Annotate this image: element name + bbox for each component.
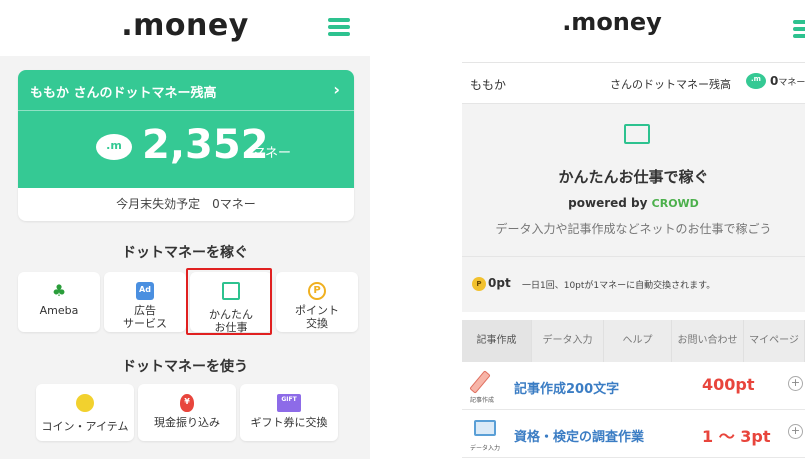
hero-subtitle: データ入力や記事作成などネットのお仕事で稼ごう <box>495 222 772 236</box>
tile-label: ポイント 交換 <box>295 304 339 330</box>
dotmoney-coin-icon <box>96 134 132 160</box>
logo[interactable]: .money <box>0 8 370 43</box>
crowd-logo: CROWD <box>651 197 699 210</box>
coin-stack-icon <box>76 394 94 412</box>
point-icon: P <box>308 282 326 300</box>
balance-amount: 2,352 <box>142 122 269 168</box>
tile-label: コイン・アイテム <box>41 420 129 433</box>
earn-section-title: ドットマネーを稼ぐ <box>122 245 248 261</box>
balance-label: さんのドットマネー残高 <box>610 78 731 91</box>
chevron-right-icon[interactable]: › <box>333 80 340 99</box>
points-row: P 0pt 一日1回、10ptが1マネーに自動交換されます。 <box>462 256 805 312</box>
points-note: 一日1回、10ptが1マネーに自動交換されます。 <box>522 281 716 291</box>
tab-mypage[interactable]: マイページ <box>744 320 805 362</box>
main-content: ももか さんのドットマネー残高 › 2,352 マネー 今月末失効予定 0マネー… <box>0 56 370 459</box>
highlight-box <box>186 268 272 335</box>
hero-title: かんたんお仕事で稼ぐ <box>558 168 709 186</box>
balance-card[interactable]: ももか さんのドットマネー残高 › 2,352 マネー 今月末失効予定 0マネー <box>18 70 354 221</box>
tile-label: 現金振り込み <box>154 416 220 429</box>
ad-icon: Ad <box>136 282 154 300</box>
left-screen: .money ももか さんのドットマネー残高 › 2,352 マネー 今月末失効… <box>0 0 370 459</box>
task-title[interactable]: 資格・検定の調査作業 <box>514 426 644 445</box>
cash-bag-icon: ¥ <box>180 394 194 412</box>
tile-ameba[interactable]: ♣ Ameba <box>18 272 100 332</box>
tile-label: Ameba <box>39 304 79 317</box>
tab-data-entry[interactable]: データ入力 <box>532 320 604 362</box>
hamburger-menu-icon[interactable] <box>793 20 805 38</box>
monitor-icon <box>474 420 496 436</box>
expiry-notice: 今月末失効予定 0マネー <box>116 197 256 211</box>
divider <box>18 110 354 111</box>
balance-value: 0マネー <box>770 74 805 88</box>
task-list: 記事作成 記事作成200文字 400pt + データ入力 資格・検定の調査作業 … <box>462 362 805 458</box>
hero-banner: かんたんお仕事で稼ぐ powered by CROWD データ入力や記事作成など… <box>462 104 805 256</box>
tile-point-exchange[interactable]: P ポイント 交換 <box>276 272 358 332</box>
tile-ad-service[interactable]: Ad 広告 サービス <box>104 272 186 332</box>
balance-row: ももか さんのドットマネー残高 0マネー <box>462 62 805 104</box>
tab-article[interactable]: 記事作成 <box>462 320 532 362</box>
gift-icon: GIFT <box>277 394 301 412</box>
tile-label: ギフト券に交換 <box>250 416 328 429</box>
balance-panel: ももか さんのドットマネー残高 › 2,352 マネー <box>18 70 354 188</box>
point-badge-icon: P <box>472 277 486 291</box>
header: .money <box>0 0 370 52</box>
dotmoney-coin-icon <box>746 73 766 89</box>
points-value: 0pt <box>488 276 511 290</box>
user-name: ももか <box>470 78 507 92</box>
plus-circle-icon[interactable]: + <box>788 376 803 391</box>
use-section-title: ドットマネーを使う <box>122 359 248 375</box>
balance-unit: マネー <box>252 146 292 161</box>
task-points: 400pt <box>702 375 755 394</box>
category-label: データ入力 <box>470 445 501 452</box>
logo[interactable]: .money <box>462 8 762 36</box>
balance-title: ももか さんのドットマネー残高 <box>30 86 217 101</box>
tab-contact[interactable]: お問い合わせ <box>672 320 744 362</box>
tile-coin-item[interactable]: コイン・アイテム <box>36 384 134 441</box>
tile-label: 広告 サービス <box>123 304 167 330</box>
list-item[interactable]: 記事作成 記事作成200文字 400pt + <box>462 362 805 410</box>
powered-by: powered by CROWD <box>568 196 699 210</box>
tab-help[interactable]: ヘルプ <box>604 320 672 362</box>
tab-bar: 記事作成 データ入力 ヘルプ お問い合わせ マイページ <box>462 320 805 362</box>
hamburger-menu-icon[interactable] <box>328 18 350 36</box>
pencil-icon <box>469 370 491 394</box>
plus-circle-icon[interactable]: + <box>788 424 803 439</box>
category-label: 記事作成 <box>470 397 495 404</box>
tile-cash-transfer[interactable]: ¥ 現金振り込み <box>138 384 236 441</box>
list-item[interactable]: データ入力 資格・検定の調査作業 1 ～ 3pt + <box>462 410 805 458</box>
ameba-icon: ♣ <box>51 281 67 300</box>
tile-gift-card[interactable]: GIFT ギフト券に交換 <box>240 384 338 441</box>
right-screen: .money ももか さんのドットマネー残高 0マネー かんたんお仕事で稼ぐ p… <box>462 0 805 459</box>
task-title[interactable]: 記事作成200文字 <box>514 378 619 397</box>
task-points: 1 ～ 3pt <box>702 427 771 446</box>
folder-icon <box>624 124 650 144</box>
